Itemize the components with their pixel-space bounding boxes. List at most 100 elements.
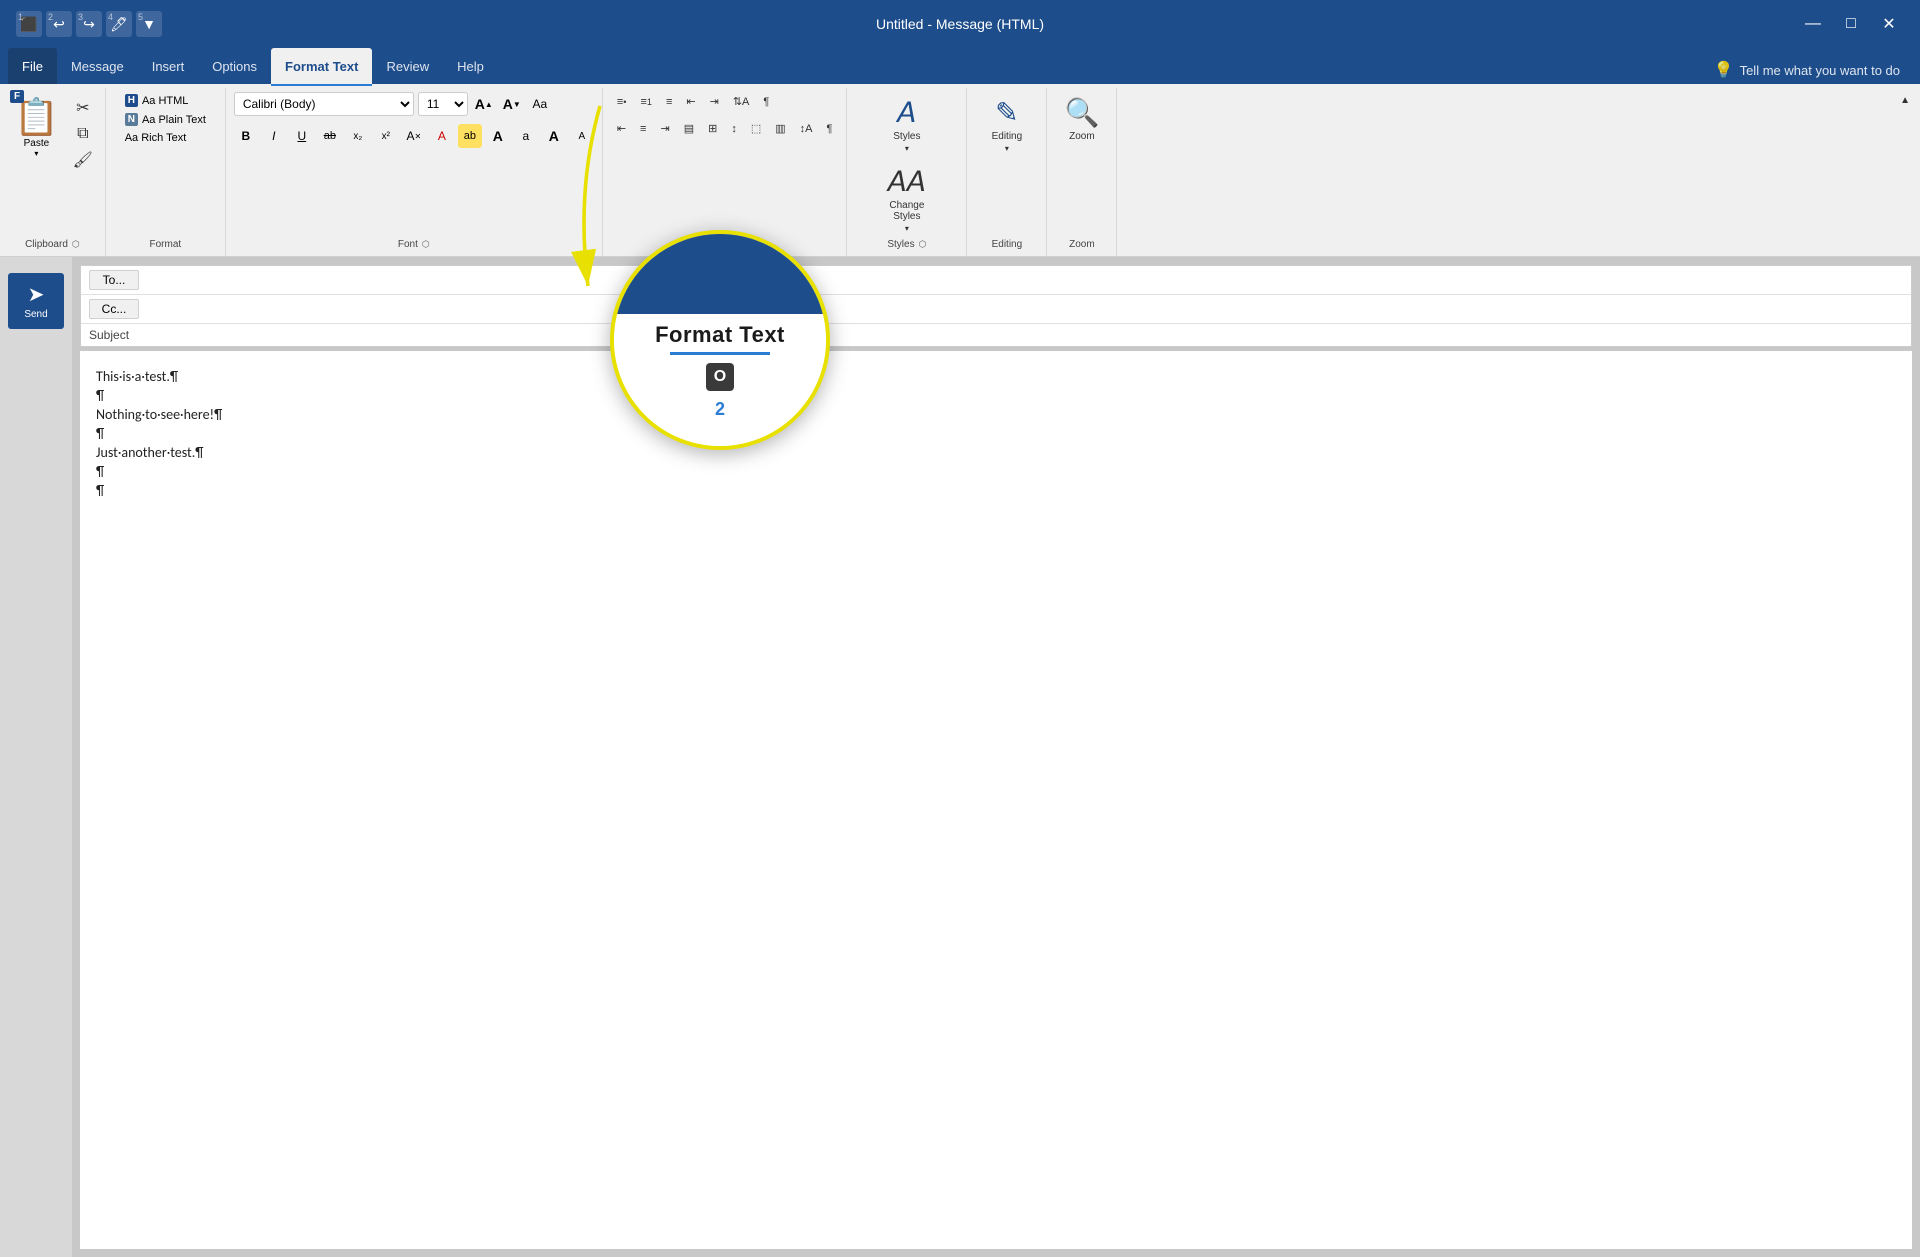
send-area: ➤ Send xyxy=(0,257,72,1257)
plain-format-item[interactable]: N Aa Plain Text xyxy=(121,111,210,128)
cc-button[interactable]: Cc... xyxy=(89,299,139,319)
clear-formatting-button[interactable]: A✕ xyxy=(402,124,426,148)
subject-input[interactable] xyxy=(147,328,1903,342)
ribbon-tabs: File Message Insert Options Format Text … xyxy=(0,48,1920,84)
bold-button[interactable]: B xyxy=(234,124,258,148)
numbering-button[interactable]: ≡1 xyxy=(634,93,658,111)
minimize-button[interactable]: ― xyxy=(1798,9,1828,39)
qa-item-5[interactable]: 5 ▼ xyxy=(136,11,162,37)
format-content: H Aa HTML N Aa Plain Text Aa Rich Text xyxy=(121,92,210,237)
italic-button[interactable]: I xyxy=(262,124,286,148)
line-spacing-button[interactable]: ↕ xyxy=(725,120,743,138)
tab-insert[interactable]: Insert xyxy=(138,48,199,84)
font-shrink-button[interactable]: A▼ xyxy=(500,92,524,116)
qa-btn-5[interactable]: 5 ▼ xyxy=(136,11,162,37)
collapse-ribbon-button[interactable]: ▲ xyxy=(1894,92,1916,109)
ribbon-collapse[interactable]: ▲ xyxy=(1890,88,1920,256)
font-color-button[interactable]: A xyxy=(430,124,454,148)
underline-button[interactable]: U xyxy=(290,124,314,148)
to-input[interactable] xyxy=(147,273,1903,287)
font-lowercase-button[interactable]: a xyxy=(514,124,538,148)
font-expand-icon[interactable]: ⬡ xyxy=(422,239,430,250)
send-button[interactable]: ➤ Send xyxy=(8,273,64,329)
qa-item-1[interactable]: 1 ⬛ xyxy=(16,11,42,37)
editing-content: ✎ Editing ▾ xyxy=(986,92,1029,237)
font-grow-button[interactable]: A▲ xyxy=(472,92,496,116)
increase-indent-button[interactable]: ⇥ xyxy=(704,92,725,111)
tell-me-search[interactable]: 💡 Tell me what you want to do xyxy=(1702,56,1912,84)
font-uppercase-button[interactable]: A xyxy=(486,124,510,148)
title-bar-left: 1 ⬛ 2 ↩ 3 ↪ 4 🖊 xyxy=(16,11,162,37)
zoom-button[interactable]: 🔍 Zoom xyxy=(1058,92,1105,146)
html-format-item[interactable]: H Aa HTML xyxy=(121,92,210,109)
tab-help[interactable]: Help xyxy=(443,48,498,84)
quick-access-toolbar: 1 ⬛ 2 ↩ 3 ↪ 4 🖊 xyxy=(16,11,162,37)
qa-btn-3[interactable]: 3 ↪ xyxy=(76,11,102,37)
align-left-button[interactable]: ⇤ xyxy=(611,119,632,138)
superscript-button[interactable]: x² xyxy=(374,124,398,148)
shrink-font-button[interactable]: A xyxy=(570,124,594,148)
editing-button[interactable]: ✎ Editing ▾ xyxy=(986,92,1029,157)
style-buttons: 𝘈 Styles ▾ 𝘈𝘈 ChangeStyles ▾ xyxy=(882,92,932,237)
change-case-button[interactable]: Aa xyxy=(528,92,552,116)
qa-item-2[interactable]: 2 ↩ xyxy=(46,11,72,37)
paragraph-expand-icon[interactable]: ⬡ xyxy=(746,239,754,250)
tab-file[interactable]: File xyxy=(8,48,57,84)
rich-format-item[interactable]: Aa Rich Text xyxy=(121,130,210,146)
clipboard-content: F 📋 Paste ▾ ✂ ⧉ 🖌 xyxy=(8,92,97,237)
align-center-button[interactable]: ≡ xyxy=(634,120,652,138)
decrease-indent-button[interactable]: ⇤ xyxy=(680,92,701,111)
to-button[interactable]: To... xyxy=(89,270,139,290)
qa-btn-4[interactable]: 4 🖊 xyxy=(106,11,132,37)
sort-button[interactable]: ⇅A xyxy=(727,92,756,111)
justify-button[interactable]: ▤ xyxy=(678,119,700,138)
para-row-1: ≡• ≡1 ≡ ⇤ ⇥ ⇅A ¶ xyxy=(611,92,839,111)
show-formatting-button[interactable]: ¶ xyxy=(757,93,775,111)
paste-dropdown-arrow: ▾ xyxy=(34,149,38,158)
highlight-button[interactable]: ab xyxy=(458,124,482,148)
font-name-select[interactable]: Calibri (Body) xyxy=(234,92,414,116)
bullets-button[interactable]: ≡• xyxy=(611,93,633,111)
para-mark-button[interactable]: ¶ xyxy=(820,120,838,138)
styles-button[interactable]: 𝘈 Styles ▾ xyxy=(887,92,926,157)
html-label: Aa HTML xyxy=(142,95,188,107)
email-header: To... Cc... Subject xyxy=(80,265,1912,347)
align-right-button[interactable]: ⇥ xyxy=(654,119,675,138)
borders-button[interactable]: ⬚ xyxy=(745,119,767,138)
subject-field: Subject xyxy=(81,324,1911,346)
font-size-select[interactable]: 11 xyxy=(418,92,468,116)
strikethrough-button[interactable]: ab xyxy=(318,124,342,148)
cut-button[interactable]: ✂ xyxy=(69,96,97,120)
cc-input[interactable] xyxy=(147,302,1903,316)
clipboard-expand-icon[interactable]: ⬡ xyxy=(72,239,80,250)
qa-btn-2[interactable]: 2 ↩ xyxy=(46,11,72,37)
qa-item-4[interactable]: 4 🖊 xyxy=(106,11,132,37)
multilevel-list-button[interactable]: ≡ xyxy=(660,93,678,111)
sort2-button[interactable]: ↕A xyxy=(794,120,819,138)
restore-button[interactable]: □ xyxy=(1836,9,1866,39)
grow-font-button[interactable]: A xyxy=(542,124,566,148)
close-button[interactable]: ✕ xyxy=(1874,9,1904,39)
ribbon-body: F 📋 Paste ▾ ✂ ⧉ 🖌 Clipboard ⬡ H Aa HTML xyxy=(0,84,1920,257)
columns-button[interactable]: ⊞ xyxy=(702,119,723,138)
paste-button[interactable]: F 📋 Paste ▾ xyxy=(8,92,65,162)
qa-item-3[interactable]: 3 ↪ xyxy=(76,11,102,37)
zoom-group: 🔍 Zoom Zoom xyxy=(1047,88,1117,256)
tab-review[interactable]: Review xyxy=(372,48,443,84)
styles-group: 𝘈 Styles ▾ 𝘈𝘈 ChangeStyles ▾ Styles ⬡ xyxy=(847,88,967,256)
tab-options[interactable]: Options xyxy=(198,48,271,84)
copy-button[interactable]: ⧉ xyxy=(69,122,97,146)
format-painter-button[interactable]: 🖌 xyxy=(69,148,97,172)
shading-button[interactable]: ▥ xyxy=(769,119,791,138)
styles-expand-icon[interactable]: ⬡ xyxy=(919,239,927,250)
styles-label: Styles ⬡ xyxy=(887,237,926,252)
subscript-button[interactable]: x₂ xyxy=(346,124,370,148)
title-bar: 1 ⬛ 2 ↩ 3 ↪ 4 🖊 xyxy=(0,0,1920,48)
qa-btn-1[interactable]: 1 ⬛ xyxy=(16,11,42,37)
tab-message[interactable]: Message xyxy=(57,48,138,84)
zoom-group-label: Zoom xyxy=(1069,237,1095,252)
tab-format-text[interactable]: Format Text xyxy=(271,48,372,84)
change-styles-button[interactable]: 𝘈𝘈 ChangeStyles ▾ xyxy=(882,161,932,237)
email-body[interactable]: This·is·a·test.¶ ¶ Nothing·to·see·here!¶… xyxy=(80,351,1912,1249)
paragraph-group: ≡• ≡1 ≡ ⇤ ⇥ ⇅A ¶ ⇤ ≡ ⇥ ▤ ⊞ ↕ ⬚ ▥ ↕A ¶ xyxy=(603,88,848,256)
